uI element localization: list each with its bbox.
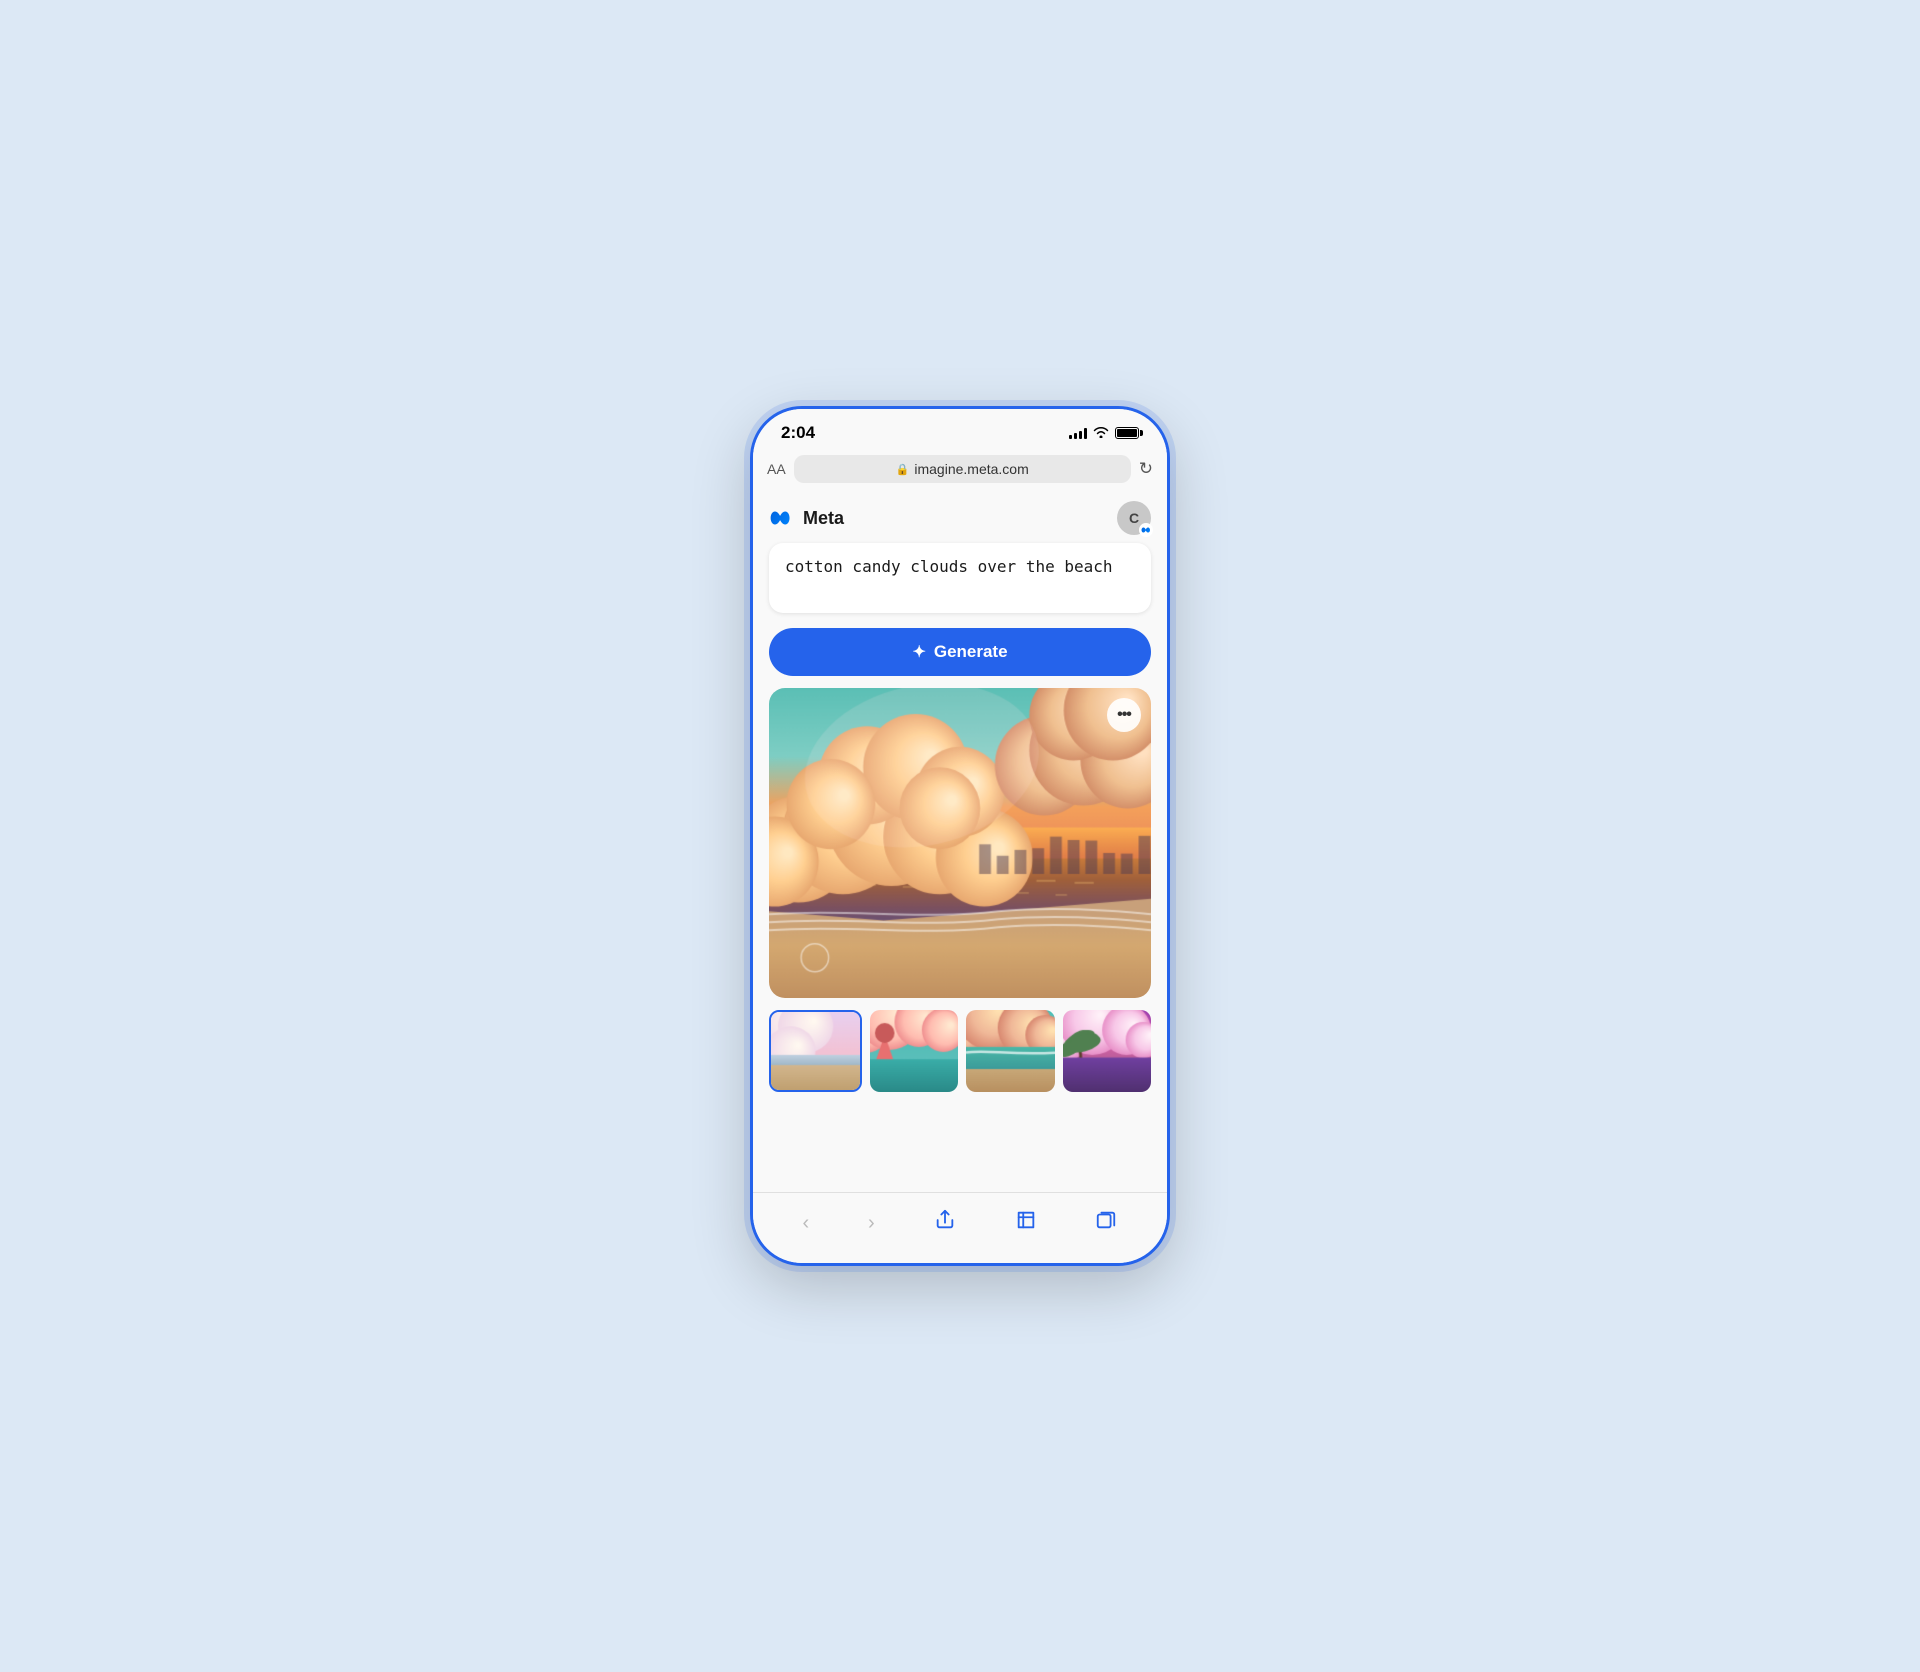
thumbnail-1-canvas: [771, 1012, 860, 1090]
lock-icon: 🔒: [896, 463, 910, 476]
main-image: •••: [769, 688, 1151, 998]
browser-aa-button[interactable]: AA: [767, 461, 786, 477]
thumbnail-3[interactable]: [966, 1010, 1055, 1092]
thumbnail-4-canvas: [1063, 1010, 1152, 1092]
share-button[interactable]: [922, 1203, 968, 1243]
avatar-initials: C: [1129, 510, 1139, 526]
main-image-canvas: [769, 688, 1151, 998]
prompt-input[interactable]: cotton candy clouds over the beach: [769, 543, 1151, 613]
back-button[interactable]: ‹: [790, 1206, 821, 1241]
status-icons: [1069, 426, 1139, 441]
user-avatar-button[interactable]: C: [1117, 501, 1151, 535]
meta-logo-icon: [769, 510, 797, 526]
more-options-icon: •••: [1117, 706, 1131, 724]
thumbnail-2-canvas: [870, 1010, 959, 1092]
thumbnail-4[interactable]: [1063, 1010, 1152, 1092]
status-time: 2:04: [781, 423, 815, 443]
avatar-meta-badge: [1139, 523, 1153, 537]
thumbnails-row: [753, 1010, 1167, 1104]
signal-icon: [1069, 427, 1087, 439]
status-bar: 2:04: [753, 409, 1167, 449]
meta-logo-text: Meta: [803, 508, 844, 529]
forward-button[interactable]: ›: [856, 1206, 887, 1241]
tabs-button[interactable]: [1083, 1203, 1129, 1243]
browser-bar: AA 🔒 imagine.meta.com ↻: [753, 449, 1167, 491]
wifi-icon: [1093, 426, 1109, 441]
battery-icon: [1115, 427, 1139, 439]
generate-button[interactable]: ✦ Generate: [769, 628, 1151, 676]
thumbnail-1[interactable]: [769, 1010, 862, 1092]
app-header: Meta C: [753, 491, 1167, 543]
bookmarks-button[interactable]: [1003, 1203, 1049, 1243]
meta-logo: Meta: [769, 508, 844, 529]
browser-refresh-button[interactable]: ↻: [1139, 459, 1153, 479]
browser-url-bar[interactable]: 🔒 imagine.meta.com: [794, 455, 1131, 483]
sparkle-icon: ✦: [912, 642, 925, 662]
generate-button-label: Generate: [934, 642, 1008, 662]
browser-bottom-nav: ‹ ›: [753, 1192, 1167, 1263]
browser-url-text: imagine.meta.com: [914, 461, 1028, 477]
phone-frame: 2:04 AA 🔒 imagine.me: [750, 406, 1170, 1266]
thumbnail-2[interactable]: [870, 1010, 959, 1092]
thumbnail-3-canvas: [966, 1010, 1055, 1092]
more-options-button[interactable]: •••: [1107, 698, 1141, 732]
prompt-container: cotton candy clouds over the beach: [753, 543, 1167, 628]
app-content: Meta C: [753, 491, 1167, 1192]
